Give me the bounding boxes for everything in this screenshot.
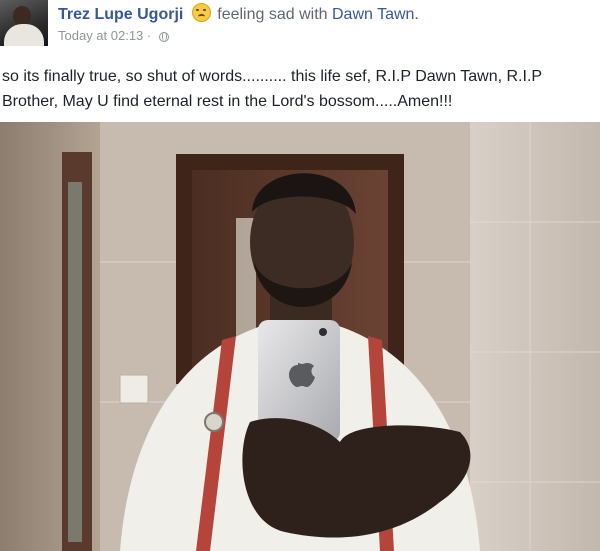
right-wall [470,122,600,551]
author-name-link[interactable]: Trez Lupe Ugorji [58,6,183,23]
globe-icon[interactable] [158,32,169,42]
feeling-label: feeling sad with [217,6,328,23]
sad-face-icon [191,3,211,22]
timestamp-link[interactable]: Today at 02:13 [58,28,143,43]
apple-logo-icon [289,363,315,387]
post-header: Trez Lupe Ugorji feeling sad with Dawn T… [0,0,600,52]
author-line: Trez Lupe Ugorji feeling sad with Dawn T… [58,3,419,24]
post-meta: Today at 02:13 · [58,28,169,43]
meta-separator: · [146,28,152,43]
avatar-shirt [4,24,44,46]
post-message: so its finally true, so shut of words...… [2,68,542,110]
author-avatar[interactable] [0,0,48,46]
post-photo[interactable] [0,122,600,551]
avatar-head [13,6,31,26]
light-switch [119,374,149,404]
tagged-friend-link[interactable]: Dawn Tawn. [332,6,419,23]
